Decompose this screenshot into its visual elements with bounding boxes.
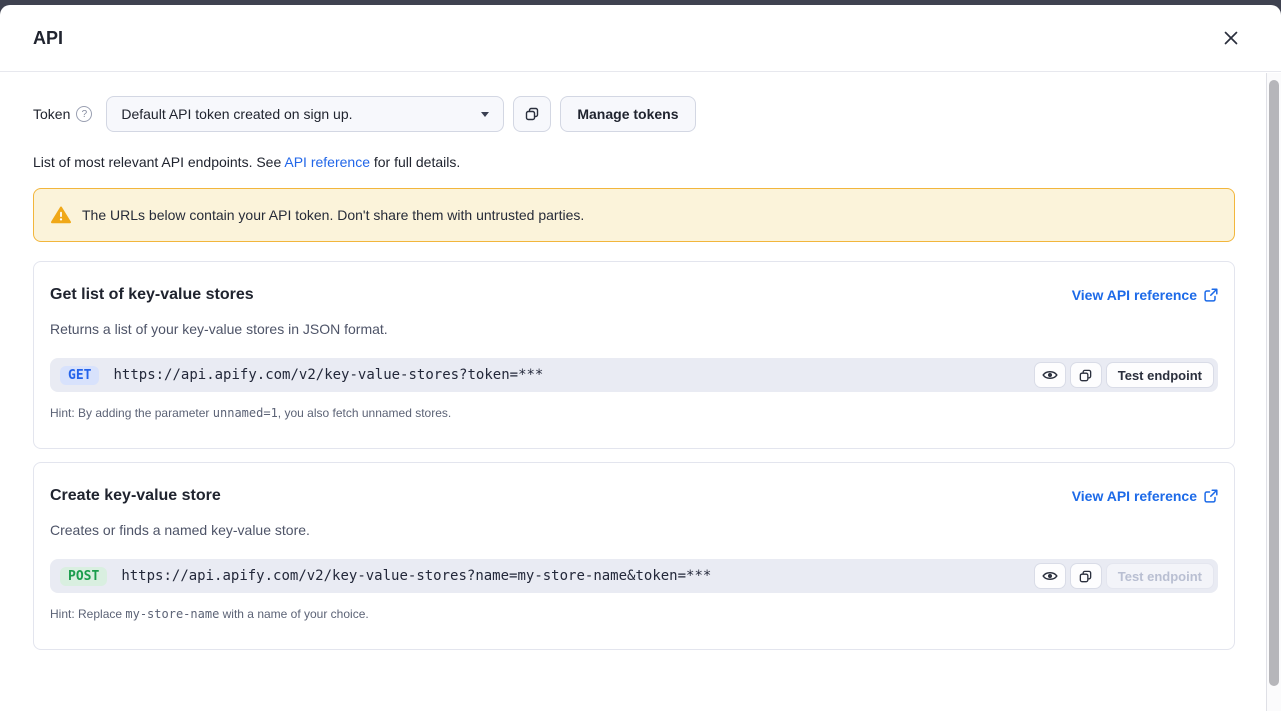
close-button[interactable] <box>1217 24 1245 52</box>
copy-icon <box>524 106 540 122</box>
modal-title: API <box>33 28 63 49</box>
copy-icon <box>1078 569 1093 584</box>
token-help-icon[interactable]: ? <box>76 106 92 122</box>
endpoint-title: Create key-value store <box>50 487 221 505</box>
copy-url-button[interactable] <box>1070 362 1102 388</box>
test-endpoint-button[interactable]: Test endpoint <box>1106 563 1214 589</box>
http-method-badge: POST <box>60 567 107 586</box>
warning-message: The URLs below contain your API token. D… <box>82 207 584 223</box>
scrollbar-thumb[interactable] <box>1269 80 1279 686</box>
reveal-token-button[interactable] <box>1034 563 1066 589</box>
endpoint-title: Get list of key-value stores <box>50 286 254 304</box>
chevron-down-icon <box>481 112 489 117</box>
copy-icon <box>1078 368 1093 383</box>
endpoint-card-get-list: Get list of key-value stores View API re… <box>33 261 1235 449</box>
endpoint-hint: Hint: By adding the parameter unnamed=1,… <box>50 406 1218 420</box>
token-row: Token ? Default API token created on sig… <box>33 96 1235 132</box>
scrollbar-track[interactable] <box>1266 73 1281 711</box>
endpoint-description: Returns a list of your key-value stores … <box>50 321 1218 337</box>
copy-token-button[interactable] <box>513 96 551 132</box>
intro-before: List of most relevant API endpoints. See <box>33 154 284 170</box>
copy-url-button[interactable] <box>1070 563 1102 589</box>
modal-body: Token ? Default API token created on sig… <box>0 72 1281 650</box>
endpoint-card-create-store: Create key-value store View API referenc… <box>33 462 1235 650</box>
token-select[interactable]: Default API token created on sign up. <box>106 96 504 132</box>
manage-tokens-button[interactable]: Manage tokens <box>560 96 695 132</box>
view-api-reference-label: View API reference <box>1072 287 1197 303</box>
eye-icon <box>1042 570 1058 582</box>
view-api-reference-link[interactable]: View API reference <box>1072 287 1218 303</box>
endpoint-url: https://api.apify.com/v2/key-value-store… <box>121 568 1029 584</box>
external-link-icon <box>1204 489 1218 503</box>
hint-code: my-store-name <box>125 607 219 621</box>
view-api-reference-label: View API reference <box>1072 488 1197 504</box>
api-modal: API Token ? Default API token created on… <box>0 5 1281 711</box>
endpoint-url: https://api.apify.com/v2/key-value-store… <box>113 367 1029 383</box>
warning-banner: The URLs below contain your API token. D… <box>33 188 1235 242</box>
close-icon <box>1223 30 1239 46</box>
endpoint-hint: Hint: Replace my-store-name with a name … <box>50 607 1218 621</box>
test-endpoint-button[interactable]: Test endpoint <box>1106 362 1214 388</box>
http-method-badge: GET <box>60 366 99 385</box>
reveal-token-button[interactable] <box>1034 362 1066 388</box>
token-label: Token <box>33 106 70 122</box>
endpoint-url-bar: POST https://api.apify.com/v2/key-value-… <box>50 559 1218 593</box>
modal-header: API <box>0 5 1281 72</box>
intro-after: for full details. <box>370 154 460 170</box>
token-select-value: Default API token created on sign up. <box>121 106 352 122</box>
endpoint-description: Creates or finds a named key-value store… <box>50 522 1218 538</box>
external-link-icon <box>1204 288 1218 302</box>
intro-text: List of most relevant API endpoints. See… <box>33 154 1235 170</box>
api-reference-link[interactable]: API reference <box>284 154 370 170</box>
hint-code: unnamed=1 <box>213 406 278 420</box>
warning-icon <box>51 206 71 224</box>
view-api-reference-link[interactable]: View API reference <box>1072 488 1218 504</box>
eye-icon <box>1042 369 1058 381</box>
endpoint-url-bar: GET https://api.apify.com/v2/key-value-s… <box>50 358 1218 392</box>
